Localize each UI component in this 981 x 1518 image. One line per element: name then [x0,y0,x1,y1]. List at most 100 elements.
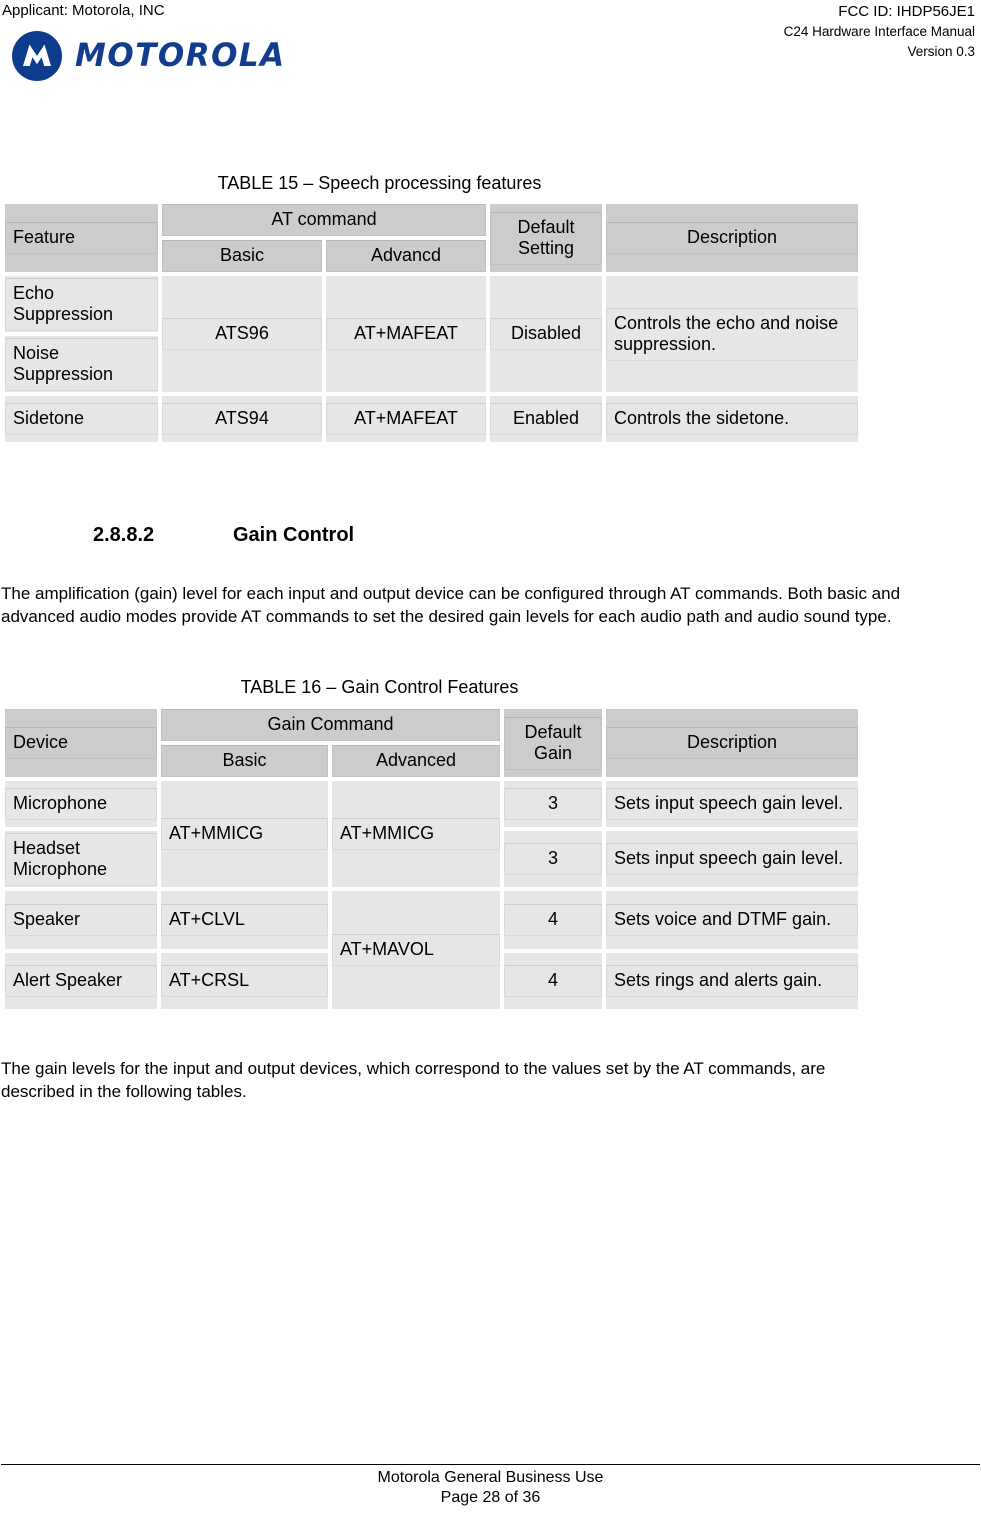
cell-text: AT+MAFEAT [326,318,486,350]
motorola-wordmark: MOTOROLA [75,37,286,74]
footer-line-business-use: Motorola General Business Use [377,1469,604,1486]
cell-text: Noise Suppression [5,337,158,391]
table-15-header-advanced: Advancd [326,240,486,272]
table-15-header-basic: Basic [162,240,322,272]
table-16-cell-default-gain-4b: 4 [504,953,602,1009]
cell-text: Description [606,222,858,254]
cell-text: Sidetone [5,403,158,435]
cell-text: Feature [5,222,158,254]
page-header: Applicant: Motorola, INC FCC ID: IHDP56J… [0,0,981,96]
table-15-header-default-setting: Default Setting [490,204,602,272]
cell-text: AT+CLVL [161,904,328,936]
table-row-header-1: Device Gain Command Default Gain Descrip… [5,709,858,777]
cell-text: Sets input speech gain level. [606,843,858,875]
table-15-cell-feature-echo: Echo Suppression [5,276,158,332]
cell-text: ATS96 [162,318,322,350]
cell-text: Microphone [5,788,157,820]
cell-text: Sets rings and alerts gain. [606,965,858,997]
cell-text: AT+MMICG [332,818,500,850]
table-16-header-gain-command: Gain Command [161,709,500,741]
table-16-cell-basic-crsl: AT+CRSL [161,953,328,1009]
cell-text: AT+MMICG [161,818,328,850]
cell-text: Controls the sidetone. [606,403,858,435]
table-15-cell-feature-noise: Noise Suppression [5,336,158,392]
table-16-cell-device-alert-speaker: Alert Speaker [5,953,157,1009]
table-16-cell-description-speaker: Sets voice and DTMF gain. [606,891,858,949]
cell-text: Advancd [326,240,486,272]
cell-text: Enabled [490,403,602,435]
table-15-cell-feature-sidetone: Sidetone [5,396,158,442]
cell-text: Echo Suppression [5,277,158,331]
cell-text: 4 [504,965,602,997]
table-15-cell-basic-ats96: ATS96 [162,276,322,392]
section-number: 2.8.8.2 [93,524,155,546]
page-footer: Motorola General Business Use Page 28 of… [1,1464,980,1508]
table-16-header-device: Device [5,709,157,777]
table-16-cell-description-mic: Sets input speech gain level. [606,781,858,827]
cell-text: Sets voice and DTMF gain. [606,904,858,936]
closing-paragraph: The gain levels for the input and output… [1,1059,826,1101]
cell-text: ATS94 [162,403,322,435]
table-row: Echo Suppression ATS96 AT+MAFEAT Disable… [5,276,858,392]
table-15-cell-advanced-mafeat: AT+MAFEAT [326,276,486,392]
table-16-header-basic: Basic [161,745,328,777]
cell-text: Gain Command [161,709,500,741]
table-15-header-feature: Feature [5,204,158,272]
table-15-cell-default-disabled: Disabled [490,276,602,392]
table-16-cell-device-speaker: Speaker [5,891,157,949]
table-row-header-1: Feature AT command Default Setting Descr… [5,204,858,272]
table-16-gain-control-features: Device Gain Command Default Gain Descrip… [1,705,862,1013]
table-16-header-advanced: Advanced [332,745,500,777]
cell-text: Default Gain [504,716,602,770]
footer-text: Motorola General Business Use Page 28 of… [1,1465,980,1508]
table-15-cell-description-echo-noise: Controls the echo and noise suppression. [606,276,858,392]
table-15-speech-processing-features: Feature AT command Default Setting Descr… [1,200,862,446]
cell-text: AT+CRSL [161,965,328,997]
table-16-cell-advanced-mmicg: AT+MMICG [332,781,500,887]
cell-text: Basic [162,240,322,272]
header-applicant: Applicant: Motorola, INC [2,2,165,19]
motorola-batwing-icon [12,31,62,81]
table-16-cell-default-gain-3a: 3 [504,781,602,827]
header-right-block: FCC ID: IHDP56JE1 C24 Hardware Interface… [784,2,975,62]
cell-text: Device [5,727,157,759]
table-16-header-default-gain: Default Gain [504,709,602,777]
table-16-cell-description-headset-mic: Sets input speech gain level. [606,831,858,887]
table-15-header-description: Description [606,204,858,272]
table-15-cell-default-enabled: Enabled [490,396,602,442]
cell-text: 4 [504,904,602,936]
cell-text: Default Setting [490,211,602,265]
cell-text: Description [606,727,858,759]
table-16-cell-basic-mmicg: AT+MMICG [161,781,328,887]
motorola-logo: MOTOROLA [12,30,286,82]
table-row: Microphone AT+MMICG AT+MMICG 3 Sets inpu… [5,781,858,887]
footer-line-page-number: Page 28 of 36 [440,1489,541,1506]
cell-text: AT command [162,204,486,236]
table-16-cell-description-alert-speaker: Sets rings and alerts gain. [606,953,858,1009]
table-16-cell-basic-clvl: AT+CLVL [161,891,328,949]
cell-text: AT+MAFEAT [326,403,486,435]
table-row: Sidetone ATS94 AT+MAFEAT Enabled Control… [5,396,858,442]
table-16-cell-device-microphone: Microphone [5,781,157,827]
cell-text: 3 [504,788,602,820]
section-title: Gain Control [233,524,355,546]
cell-text: Alert Speaker [5,965,157,997]
table-16-caption: TABLE 16 – Gain Control Features [240,677,519,697]
table-15-cell-description-sidetone: Controls the sidetone. [606,396,858,442]
table-15-cell-advanced-mafeat-2: AT+MAFEAT [326,396,486,442]
cell-text: Headset Microphone [5,832,157,886]
cell-text: Disabled [490,318,602,350]
table-16-cell-default-gain-3b: 3 [504,831,602,887]
table-15-cell-basic-ats94: ATS94 [162,396,322,442]
cell-text: Basic [161,745,328,777]
table-16-header-description: Description [606,709,858,777]
section-paragraph: The amplification (gain) level for each … [1,584,901,626]
cell-text: Speaker [5,904,157,936]
table-16-cell-default-gain-4a: 4 [504,891,602,949]
cell-text: AT+MAVOL [332,934,500,966]
header-fcc-id: FCC ID: IHDP56JE1 [838,3,975,20]
table-15-caption: TABLE 15 – Speech processing features [217,173,542,193]
header-version: Version 0.3 [907,44,975,59]
cell-text: Controls the echo and noise suppression. [606,307,858,361]
table-row: Speaker AT+CLVL AT+MAVOL 4 Sets voice an… [5,891,858,1009]
